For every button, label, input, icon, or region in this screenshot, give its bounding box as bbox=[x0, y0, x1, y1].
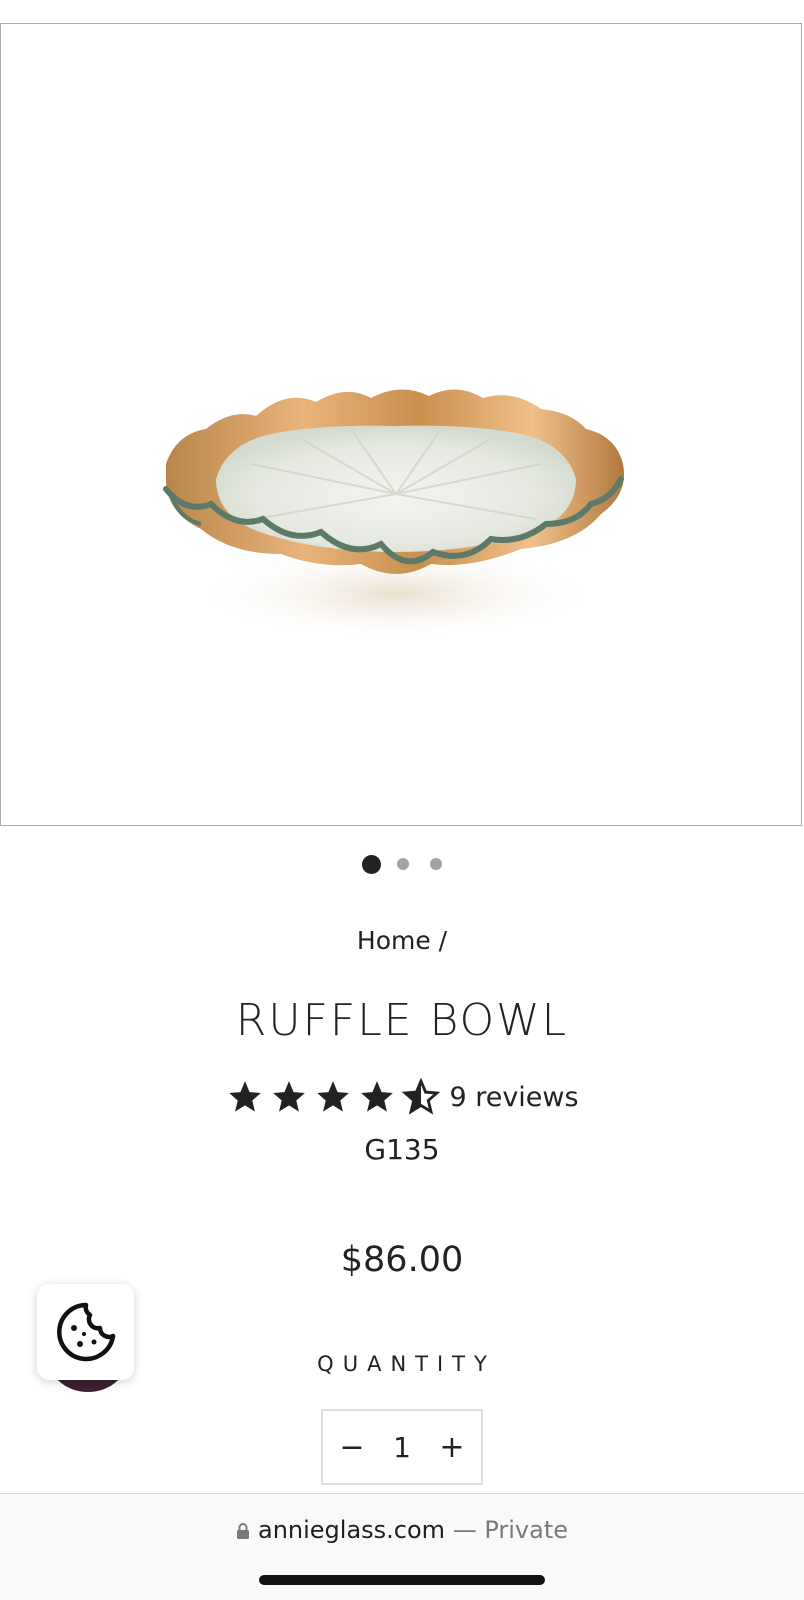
gallery-pagination bbox=[0, 854, 804, 874]
product-sku: G135 bbox=[364, 1133, 440, 1166]
product-image-gallery[interactable] bbox=[0, 23, 802, 826]
private-label: — Private bbox=[445, 1516, 568, 1544]
gallery-dot-1[interactable] bbox=[362, 854, 381, 874]
star-full-icon bbox=[361, 1081, 394, 1112]
home-indicator[interactable] bbox=[259, 1575, 545, 1585]
product-rating[interactable]: 9 reviews bbox=[0, 1078, 804, 1116]
gallery-dot-3[interactable] bbox=[430, 858, 442, 870]
gallery-dot-2[interactable] bbox=[397, 858, 409, 870]
quantity-input[interactable]: 1 bbox=[393, 1431, 411, 1464]
url-domain: annieglass.com bbox=[257, 1516, 446, 1544]
cookie-icon bbox=[56, 1302, 115, 1362]
ruffle-bowl-image bbox=[163, 389, 625, 644]
breadcrumb[interactable]: Home / bbox=[0, 926, 804, 955]
lock-icon bbox=[236, 1523, 249, 1539]
quantity-increase-button[interactable]: + bbox=[423, 1411, 481, 1483]
product-title: RUFFLE BOWL bbox=[235, 995, 569, 1046]
quantity-stepper: − 1 + bbox=[321, 1409, 483, 1485]
product-price: $86.00 bbox=[340, 1240, 464, 1280]
star-full-icon bbox=[317, 1081, 350, 1112]
star-half-icon bbox=[402, 1078, 441, 1115]
star-full-icon bbox=[229, 1081, 262, 1112]
cookie-settings-button[interactable] bbox=[37, 1284, 134, 1380]
url-display[interactable]: annieglass.com — Private bbox=[0, 1516, 804, 1544]
rating-stars bbox=[225, 1078, 441, 1116]
star-full-icon bbox=[273, 1081, 306, 1112]
reviews-count-link[interactable]: 9 reviews bbox=[449, 1082, 578, 1113]
quantity-decrease-button[interactable]: − bbox=[323, 1411, 381, 1483]
browser-address-bar[interactable]: annieglass.com — Private bbox=[0, 1493, 804, 1600]
